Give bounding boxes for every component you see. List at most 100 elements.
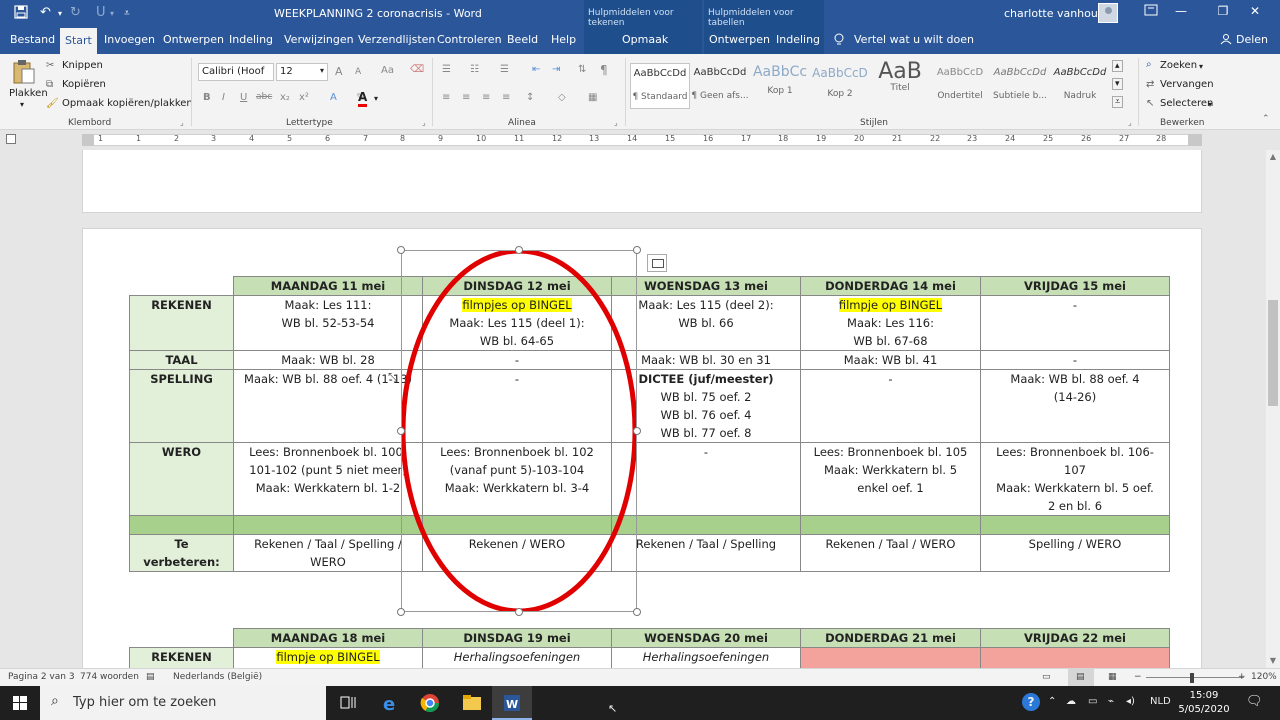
style-emphasis[interactable]: AaBbCcDd Nadruk [1050, 63, 1110, 109]
paragraph-launcher-icon[interactable]: ⌟ [614, 118, 618, 127]
tab-table-design[interactable]: Ontwerpen [709, 33, 770, 46]
close-icon[interactable]: ✕ [1240, 4, 1270, 22]
paste-icon[interactable] [12, 59, 36, 85]
replace-button[interactable]: Vervangen [1160, 79, 1214, 90]
zoom-slider[interactable] [1146, 677, 1244, 678]
font-size-dropdown-icon[interactable]: ▾ [320, 66, 324, 75]
tab-design[interactable]: Ontwerpen [163, 33, 224, 46]
taskbar-search-input[interactable]: ⌕ Typ hier om te zoeken [40, 686, 326, 720]
table-cell[interactable]: Maak: WB bl. 88 oef. 4 (14-26) [980, 369, 1170, 443]
resize-handle[interactable] [397, 427, 405, 435]
layout-options-icon[interactable] [647, 254, 667, 272]
avatar[interactable] [1098, 3, 1118, 23]
page-indicator[interactable]: Pagina 2 van 3 [8, 672, 75, 682]
tab-help[interactable]: Help [551, 33, 576, 46]
subscript-icon[interactable]: x₂ [280, 92, 290, 103]
redo-icon[interactable]: ↻ [70, 5, 81, 20]
select-button[interactable]: Selecteren [1160, 98, 1213, 109]
change-case-button[interactable]: Aa [381, 65, 394, 76]
grow-font-button[interactable]: A [335, 65, 343, 78]
share-icon[interactable] [1220, 33, 1232, 48]
style-heading-2[interactable]: AaBbCcD Kop 2 [810, 63, 870, 109]
minimize-icon[interactable]: — [1166, 4, 1196, 22]
line-spacing-icon[interactable]: ↕ [526, 92, 534, 103]
network-icon[interactable]: ⌁ [1108, 696, 1114, 707]
style-title[interactable]: AaB Titel [870, 59, 930, 109]
input-language[interactable]: NLD [1150, 696, 1171, 707]
zoom-slider-thumb[interactable] [1190, 673, 1194, 683]
tab-file[interactable]: Bestand [10, 33, 55, 46]
undo-icon[interactable]: ↶ [40, 5, 51, 20]
table-cell[interactable]: Herhalingsoefeningen [422, 647, 612, 668]
cut-icon[interactable]: ✂ [46, 60, 54, 71]
system-clock[interactable]: 15:09 5/05/2020 [1172, 689, 1236, 717]
tab-layout[interactable]: Indeling [229, 33, 273, 46]
resize-handle[interactable] [633, 427, 641, 435]
styles-launcher-icon[interactable]: ⌟ [1128, 118, 1132, 127]
word-count[interactable]: 774 woorden [80, 672, 139, 682]
battery-icon[interactable]: ▭ [1088, 696, 1097, 707]
tab-view[interactable]: Beeld [507, 33, 538, 46]
vertical-scrollbar[interactable]: ▲ ▼ [1266, 150, 1280, 668]
table-cell[interactable]: filmpje op BINGEL Maak: Les 116: WB bl. 67… [800, 295, 981, 351]
day-header[interactable]: DONDERDAG 14 mei [800, 276, 981, 296]
bold-button[interactable]: B [203, 92, 211, 103]
tab-selector-icon[interactable] [6, 134, 16, 144]
styles-more-icon[interactable]: ⩡ [1112, 96, 1124, 108]
zoom-out-icon[interactable]: − [1134, 672, 1142, 682]
table-cell[interactable]: - [611, 442, 801, 516]
font-launcher-icon[interactable]: ⌟ [422, 118, 426, 127]
day-header[interactable]: DINSDAG 19 mei [422, 628, 612, 648]
table-cell[interactable]: Lees: Bronnenboek bl. 106- 107 Maak: Werkk… [980, 442, 1170, 516]
language-indicator[interactable]: Nederlands (België) [173, 672, 262, 682]
subject-cell[interactable]: REKENEN [129, 647, 234, 668]
web-layout-icon[interactable]: ▦ [1108, 672, 1117, 682]
subject-cell-improve[interactable]: Te verbeteren: [129, 534, 234, 572]
table-cell[interactable]: Spelling / WERO [980, 534, 1170, 572]
help-badge-icon[interactable]: ? [1022, 693, 1040, 711]
table-cell[interactable]: Rekenen / Taal / Spelling / WERO [233, 534, 423, 572]
ribbon-display-icon[interactable] [1136, 4, 1166, 22]
horizontal-ruler[interactable]: 1 1 2 3 4 5 6 7 8 9 10 11 12 13 14 15 16 17 18 19 20 21 22 23 24… [0, 130, 1280, 150]
tab-mailings[interactable]: Verzendlijsten [358, 33, 435, 46]
shrink-font-button[interactable]: A [355, 67, 361, 77]
user-name[interactable]: charlotte vanhoutte [1004, 7, 1113, 20]
tab-home[interactable]: Start [60, 28, 97, 54]
table-cell[interactable]: Rekenen / Taal / Spelling [611, 534, 801, 572]
resize-handle[interactable] [633, 608, 641, 616]
tab-insert[interactable]: Invoegen [104, 33, 155, 46]
styles-scroll-down-icon[interactable]: ▾ [1112, 78, 1123, 90]
table-cell[interactable]: Maak: Les 115 (deel 2): WB bl. 66 [611, 295, 801, 351]
style-heading-1[interactable]: AaBbCc Kop 1 [750, 63, 810, 109]
resize-handle[interactable] [515, 608, 523, 616]
volume-icon[interactable]: ◂) [1126, 696, 1135, 707]
subject-cell[interactable]: WERO [129, 442, 234, 516]
day-header[interactable]: DONDERDAG 21 mei [800, 628, 981, 648]
align-left-icon[interactable]: ≡ [442, 92, 450, 103]
select-dropdown-icon[interactable]: ▾ [1208, 100, 1212, 109]
tab-references[interactable]: Verwijzingen [284, 33, 354, 46]
quick-dropdown-icon[interactable]: ▾ [110, 9, 114, 18]
onedrive-icon[interactable]: ☁ [1066, 696, 1076, 707]
replace-icon[interactable]: ⇄ [1146, 79, 1154, 90]
table-cell[interactable]: Maak: WB bl. 30 en 31 [611, 350, 801, 370]
tell-me-search[interactable]: Vertel wat u wilt doen [854, 33, 974, 46]
clipboard-launcher-icon[interactable]: ⌟ [180, 118, 184, 127]
multilevel-list-icon[interactable]: ☰ [500, 64, 509, 75]
table-cell[interactable]: Maak: WB bl. 28 [233, 350, 423, 370]
customize-quick-access-icon[interactable]: ⩡ [124, 8, 130, 19]
style-subtle-emphasis[interactable]: AaBbCcDd Subtiele b... [990, 63, 1050, 109]
clear-format-icon[interactable]: ⌫ [410, 64, 424, 75]
justify-icon[interactable]: ≡ [502, 92, 510, 103]
numbering-icon[interactable]: ☷ [470, 64, 479, 75]
table-cell[interactable] [800, 647, 981, 668]
file-explorer-icon[interactable] [452, 686, 492, 720]
text-effects-icon[interactable]: A [330, 92, 337, 103]
day-header[interactable]: WOENSDAG 13 mei [611, 276, 801, 296]
sort-icon[interactable]: ⇅ [578, 64, 586, 75]
show-formatting-icon[interactable]: ¶ [600, 63, 608, 77]
day-header[interactable]: VRIJDAG 22 mei [980, 628, 1170, 648]
find-dropdown-icon[interactable]: ▾ [1199, 62, 1203, 71]
tab-table-layout[interactable]: Indeling [776, 33, 820, 46]
resize-handle[interactable] [397, 608, 405, 616]
